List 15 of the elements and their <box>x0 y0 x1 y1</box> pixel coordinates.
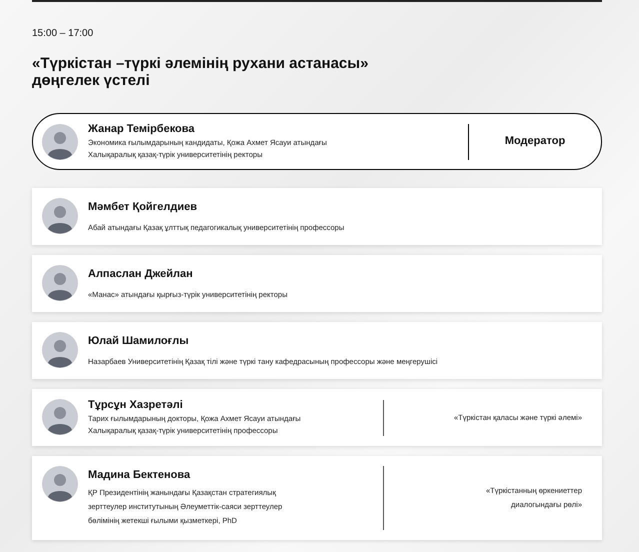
speaker-name: Тұрсұн Хазретәлі <box>88 398 184 412</box>
avatar-placeholder <box>42 332 78 368</box>
speaker-name: Мадина Бектенова <box>88 468 192 482</box>
avatar-placeholder <box>42 399 78 435</box>
session-title: «Түркістан –түркі әлемінің рухани астанасы» дөңгелек үстелі <box>32 55 370 89</box>
speaker-name: Юлай Шамилоғлы <box>88 334 190 348</box>
moderator-name: Жанар Темірбекова <box>88 122 196 136</box>
speaker-name: Алпаслан Джейлан <box>88 266 194 280</box>
session-time: 15:00 – 17:00 <box>32 27 94 41</box>
avatar-placeholder <box>42 198 78 234</box>
avatar-placeholder <box>42 466 78 502</box>
avatar-placeholder <box>42 265 78 301</box>
speaker-name: Мәмбет Қойгелдиев <box>88 200 198 214</box>
role-label: Модератор <box>504 134 566 150</box>
avatar-placeholder <box>42 124 78 160</box>
